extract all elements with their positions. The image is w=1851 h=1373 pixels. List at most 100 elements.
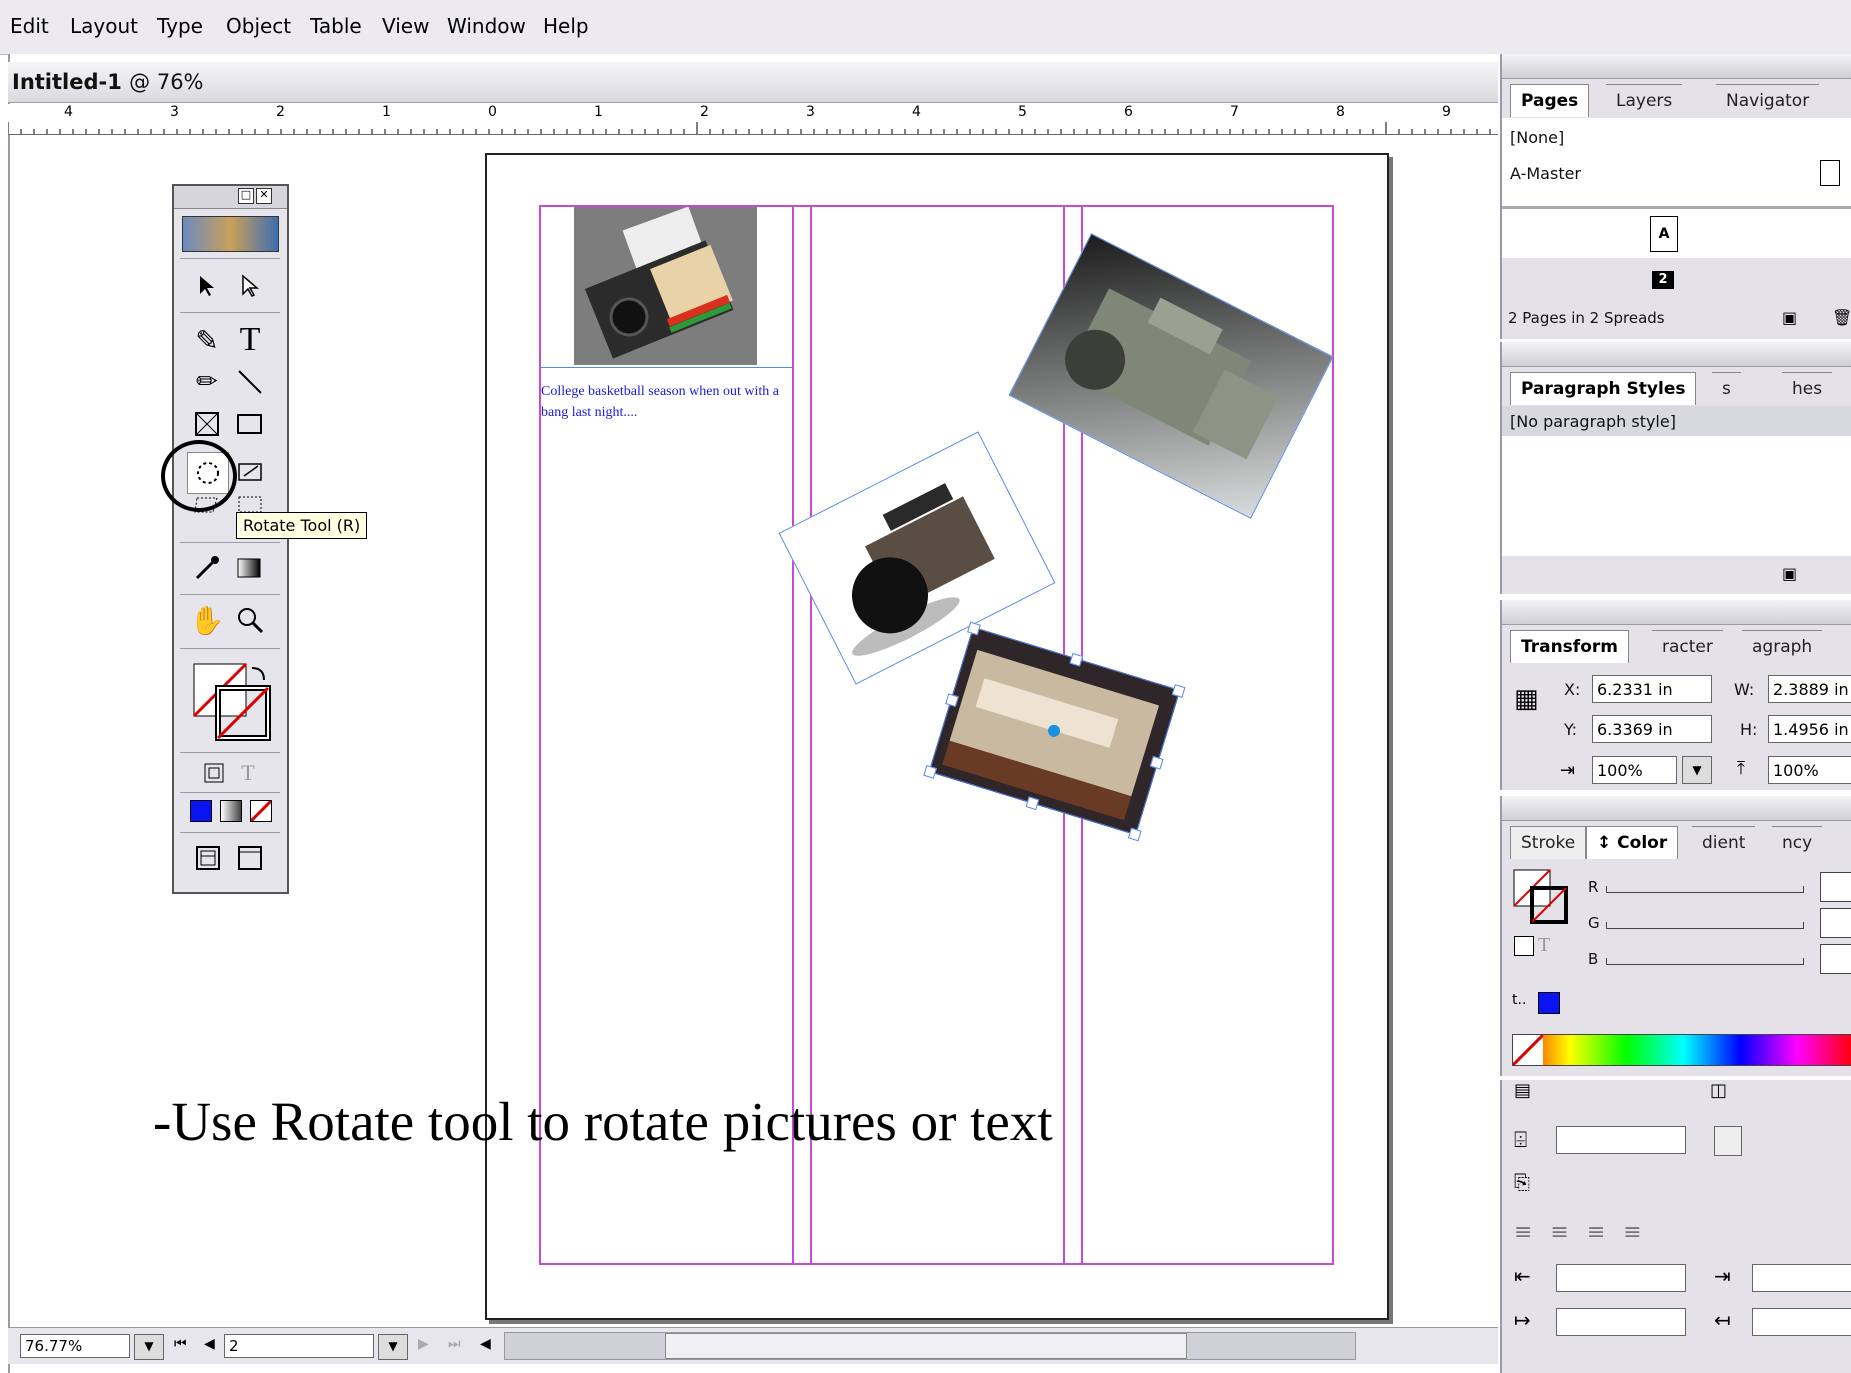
master-a[interactable]: A-Master xyxy=(1510,164,1581,183)
tracking-icon[interactable]: ⎘ xyxy=(1514,1170,1530,1194)
minimize-icon[interactable]: □ xyxy=(238,188,254,204)
menu-type[interactable]: Type xyxy=(157,14,203,38)
text-frame[interactable]: College basketball season when out with … xyxy=(541,381,795,423)
menu-window[interactable]: Window xyxy=(447,14,526,38)
list-item-selected[interactable]: [No paragraph style] xyxy=(1502,406,1851,436)
g-value-field[interactable] xyxy=(1820,908,1851,938)
transform-palette-titlebar[interactable] xyxy=(1502,600,1851,625)
none-swatch-icon[interactable] xyxy=(1511,1033,1545,1067)
tab-transform[interactable]: Transform xyxy=(1510,630,1629,663)
first-page-icon[interactable]: ⏮ xyxy=(174,1336,187,1352)
last-page-icon[interactable]: ⏭ xyxy=(448,1336,461,1352)
fill-stroke-swatches[interactable] xyxy=(192,662,272,742)
camcorder-photo[interactable] xyxy=(1008,233,1334,519)
zoom-dropdown-icon[interactable]: ▼ xyxy=(134,1334,164,1360)
zoom-field[interactable]: 76.77% xyxy=(20,1334,130,1358)
menu-layout[interactable]: Layout xyxy=(70,14,138,38)
tab-paragraph-styles[interactable]: Paragraph Styles xyxy=(1510,372,1697,405)
line-tool-icon[interactable] xyxy=(230,362,270,402)
gradient-tool-icon[interactable] xyxy=(230,548,270,588)
zoom-tool-icon[interactable] xyxy=(230,600,270,640)
first-line-indent-field[interactable] xyxy=(1556,1308,1686,1336)
pages-palette-titlebar[interactable] xyxy=(1502,54,1851,79)
page-2-thumbnail[interactable]: A xyxy=(1650,216,1678,252)
b-slider[interactable] xyxy=(1606,958,1804,965)
leading-field[interactable] xyxy=(1556,1126,1686,1154)
tab-transparency[interactable]: ncy xyxy=(1772,826,1823,859)
first-line-indent-icon[interactable]: ↦ xyxy=(1514,1308,1531,1332)
document-titlebar[interactable] xyxy=(8,62,1498,103)
horizontal-ruler[interactable]: 4 3 2 1 0 1 2 3 4 5 6 7 8 9 xyxy=(8,104,1498,135)
next-page-icon[interactable]: ▶ xyxy=(418,1336,429,1352)
paragraph-palette-titlebar[interactable] xyxy=(1502,342,1851,367)
new-style-icon[interactable]: ▣ xyxy=(1782,564,1797,583)
vcr-photo-selected[interactable] xyxy=(923,621,1186,842)
tab-paragraph[interactable]: agraph xyxy=(1742,630,1823,663)
last-line-indent-icon[interactable]: ↤ xyxy=(1714,1308,1731,1332)
left-indent-field[interactable] xyxy=(1556,1264,1686,1292)
selection-tool-icon[interactable] xyxy=(187,266,227,306)
last-line-indent-field[interactable] xyxy=(1752,1308,1851,1336)
scale-x-dropdown-icon[interactable]: ▼ xyxy=(1682,756,1712,784)
leading-icon[interactable]: ⌹ xyxy=(1514,1128,1527,1153)
columns-icon[interactable]: ◫ xyxy=(1710,1080,1727,1101)
close-icon[interactable]: ✕ xyxy=(256,188,272,204)
rectangle-frame-tool-icon[interactable] xyxy=(187,404,227,444)
scroll-left-icon[interactable]: ◀ xyxy=(480,1336,491,1352)
normal-view-icon[interactable] xyxy=(188,838,228,878)
apply-gradient-icon[interactable] xyxy=(220,800,242,822)
menu-edit[interactable]: Edit xyxy=(10,14,49,38)
y-field[interactable]: 6.3369 in xyxy=(1592,715,1712,743)
left-indent-icon[interactable]: ⇤ xyxy=(1514,1264,1531,1288)
selection-handle[interactable] xyxy=(923,765,937,779)
new-page-icon[interactable]: ▣ xyxy=(1782,308,1797,327)
tab-character-styles[interactable]: s xyxy=(1712,372,1741,405)
master-page-thumbnail[interactable] xyxy=(1820,160,1840,186)
apply-color-icon[interactable] xyxy=(190,800,212,822)
h-field[interactable]: 1.4956 in xyxy=(1768,715,1851,743)
reference-point-icon[interactable]: ▦ xyxy=(1514,686,1539,712)
tab-layers[interactable]: Layers xyxy=(1606,84,1683,117)
color-spectrum[interactable] xyxy=(1511,1033,1851,1067)
pages-divider[interactable] xyxy=(1502,206,1851,209)
menu-object[interactable]: Object xyxy=(226,14,291,38)
right-indent-field[interactable] xyxy=(1752,1264,1851,1292)
selection-handle[interactable] xyxy=(1127,827,1142,842)
tab-gradient[interactable]: dient xyxy=(1692,826,1756,859)
page-dropdown-icon[interactable]: ▼ xyxy=(378,1334,408,1360)
x-field[interactable]: 6.2331 in xyxy=(1592,675,1712,703)
alignment-icons[interactable]: ≡≡≡≡ xyxy=(1514,1220,1851,1245)
r-value-field[interactable] xyxy=(1820,872,1851,902)
tab-pages[interactable]: Pages xyxy=(1510,84,1590,117)
menu-view[interactable]: View xyxy=(382,14,429,38)
pencil-tool-icon[interactable]: ✏ xyxy=(187,362,227,402)
w-field[interactable]: 2.3889 in xyxy=(1768,675,1851,703)
apply-none-icon[interactable] xyxy=(250,800,272,822)
hand-tool-icon[interactable]: ✋ xyxy=(187,600,227,640)
color-fill-stroke-icon[interactable] xyxy=(1512,868,1568,924)
scale-y-field[interactable]: 100% xyxy=(1768,756,1851,784)
type-tool-icon[interactable]: T xyxy=(230,320,270,360)
space-before-icon[interactable]: ▤ xyxy=(1514,1080,1531,1101)
rectangle-tool-icon[interactable] xyxy=(230,404,270,444)
right-indent-icon[interactable]: ⇥ xyxy=(1714,1264,1731,1288)
tab-color[interactable]: ↕ Color xyxy=(1586,826,1679,859)
tab-navigator[interactable]: Navigator xyxy=(1716,84,1820,117)
cassette-photo[interactable] xyxy=(574,206,757,365)
tab-character[interactable]: racter xyxy=(1652,630,1723,663)
text-format-icon[interactable]: T xyxy=(1538,934,1550,957)
page-number-field[interactable]: 2 xyxy=(224,1334,374,1358)
leading-stepper[interactable] xyxy=(1714,1126,1742,1156)
direct-selection-tool-icon[interactable] xyxy=(230,266,270,306)
color-palette-titlebar[interactable] xyxy=(1502,796,1851,821)
tab-swatches[interactable]: hes xyxy=(1782,372,1833,405)
menu-table[interactable]: Table xyxy=(310,14,362,38)
r-slider[interactable] xyxy=(1606,886,1804,893)
selection-handle[interactable] xyxy=(1025,796,1040,811)
trash-icon[interactable]: 🗑 xyxy=(1832,308,1851,327)
preview-view-icon[interactable] xyxy=(230,838,270,878)
pen-tool-icon[interactable]: ✎ xyxy=(187,320,227,360)
scrollbar-thumb[interactable] xyxy=(665,1333,1187,1359)
scale-x-field[interactable]: 100% xyxy=(1592,756,1677,784)
menu-help[interactable]: Help xyxy=(543,14,589,38)
